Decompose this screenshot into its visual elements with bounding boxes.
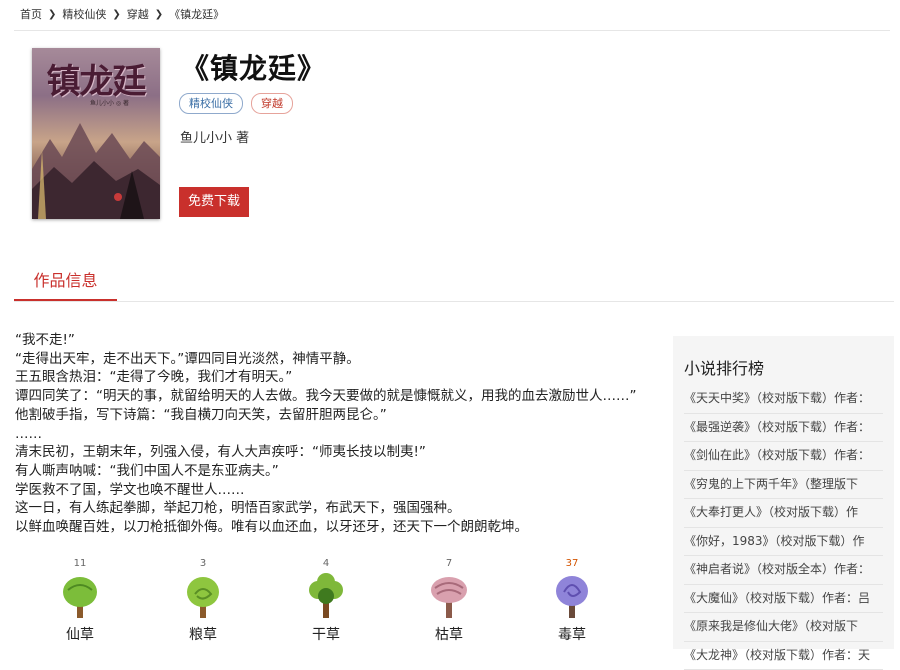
- intro-line: 以鲜血唤醒百姓，以刀枪抵御外侮。唯有以血还血，以牙还牙，还天下一个朗朗乾坤。: [15, 518, 640, 537]
- ranking-item[interactable]: 《神启者说》（校对版全本）作者：: [684, 556, 883, 585]
- ranking-list: 《天天中奖》（校对版下载）作者： 《最强逆袭》（校对版下载）作者： 《剑仙在此》…: [684, 385, 883, 670]
- rating-label: 干草: [286, 624, 366, 644]
- breadcrumb-subcategory[interactable]: 穿越: [127, 6, 149, 22]
- chevron-right-icon: ❯: [48, 9, 56, 20]
- rating-gancao[interactable]: 4 干草: [286, 558, 366, 644]
- rating-count: 3: [163, 558, 243, 570]
- rating-label: 枯草: [409, 624, 489, 644]
- rating-label: 仙草: [40, 624, 120, 644]
- intro-line: 有人嘶声呐喊：“我们中国人不是东亚病夫。”: [15, 462, 640, 481]
- free-download-button[interactable]: 免费下载: [179, 187, 249, 217]
- breadcrumb-home[interactable]: 首页: [20, 6, 42, 22]
- book-title: 《镇龙廷》: [181, 47, 326, 87]
- intro-line: 这一日，有人练起拳脚，举起刀枪，明悟百家武学，布武天下，强国强种。: [15, 499, 640, 518]
- intro-line: ……: [15, 425, 640, 444]
- book-intro: “我不走!” “走得出天牢，走不出天下。”谭四同目光淡然，神情平静。 王五眼含热…: [15, 331, 640, 537]
- rating-count: 4: [286, 558, 366, 570]
- rating-kucao[interactable]: 7 枯草: [409, 558, 489, 644]
- breadcrumb-category[interactable]: 精校仙侠: [62, 6, 106, 22]
- rating-label: 毒草: [532, 624, 612, 644]
- intro-line: 清末民初，王朝末年，列强入侵，有人大声疾呼：“师夷长技以制夷!”: [15, 443, 640, 462]
- tree-icon: [181, 572, 225, 620]
- rating-count: 37: [532, 558, 612, 570]
- tree-icon: [58, 572, 102, 620]
- chevron-right-icon: ❯: [155, 9, 163, 20]
- tag-subcategory[interactable]: 穿越: [251, 93, 293, 114]
- ranking-sidebar: 小说排行榜 《天天中奖》（校对版下载）作者： 《最强逆袭》（校对版下载）作者： …: [673, 336, 894, 649]
- intro-line: 学医救不了国，学文也唤不醒世人……: [15, 481, 640, 500]
- breadcrumb-current: 《镇龙廷》: [169, 6, 224, 22]
- rating-xiancao[interactable]: 11 仙草: [40, 558, 120, 644]
- rating-bar: 11 仙草 3 粮草 4 干草 7: [40, 558, 640, 648]
- ranking-item[interactable]: 《剑仙在此》（校对版下载）作者：: [684, 442, 883, 471]
- ranking-item[interactable]: 《大奉打更人》（校对版下载）作: [684, 499, 883, 528]
- chevron-right-icon: ❯: [112, 9, 120, 20]
- ranking-item[interactable]: 《天天中奖》（校对版下载）作者：: [684, 385, 883, 414]
- tree-icon: [427, 572, 471, 620]
- intro-line: 他割破手指，写下诗篇：“我自横刀向天笑，去留肝胆两昆仑。”: [15, 406, 640, 425]
- ranking-item[interactable]: 《原来我是修仙大佬》（校对版下: [684, 613, 883, 642]
- cover-title: 镇龙廷: [36, 54, 156, 103]
- ranking-item[interactable]: 《穷鬼的上下两千年》（整理版下: [684, 471, 883, 500]
- ranking-item[interactable]: 《大魔仙》（校对版下载）作者：吕: [684, 585, 883, 614]
- intro-line: 王五眼含热泪：“走得了今晚，我们才有明天。”: [15, 368, 640, 387]
- ranking-item[interactable]: 《大龙神》（校对版下载）作者：天: [684, 642, 883, 670]
- book-tags: 精校仙侠 穿越: [179, 93, 293, 114]
- ranking-item[interactable]: 《最强逆袭》（校对版下载）作者：: [684, 414, 883, 443]
- tab-work-info[interactable]: 作品信息: [14, 265, 117, 301]
- cover-artwork: [32, 109, 160, 219]
- rating-count: 7: [409, 558, 489, 570]
- rating-count: 11: [40, 558, 120, 570]
- breadcrumb: 首页 ❯ 精校仙侠 ❯ 穿越 ❯ 《镇龙廷》: [20, 6, 224, 22]
- intro-line: “走得出天牢，走不出天下。”谭四同目光淡然，神情平静。: [15, 350, 640, 369]
- intro-line: 谭四同笑了：“明天的事，就留给明天的人去做。我今天要做的就是慷慨就义，用我的血去…: [15, 387, 640, 406]
- rating-liangcao[interactable]: 3 粮草: [163, 558, 243, 644]
- book-author[interactable]: 鱼儿小小 著: [180, 127, 249, 146]
- tag-category[interactable]: 精校仙侠: [179, 93, 243, 114]
- intro-line: “我不走!”: [15, 331, 640, 350]
- ranking-title: 小说排行榜: [684, 355, 764, 379]
- tree-icon: [550, 572, 594, 620]
- rating-label: 粮草: [163, 624, 243, 644]
- ranking-item[interactable]: 《你好，1983》（校对版下载）作: [684, 528, 883, 557]
- tree-icon: [304, 572, 348, 620]
- cover-author: 鱼儿小小 ◎ 著: [90, 98, 129, 107]
- tab-bar: 作品信息: [14, 265, 894, 302]
- book-cover[interactable]: 镇龙廷 鱼儿小小 ◎ 著: [32, 48, 160, 219]
- rating-ducao[interactable]: 37 毒草: [532, 558, 612, 644]
